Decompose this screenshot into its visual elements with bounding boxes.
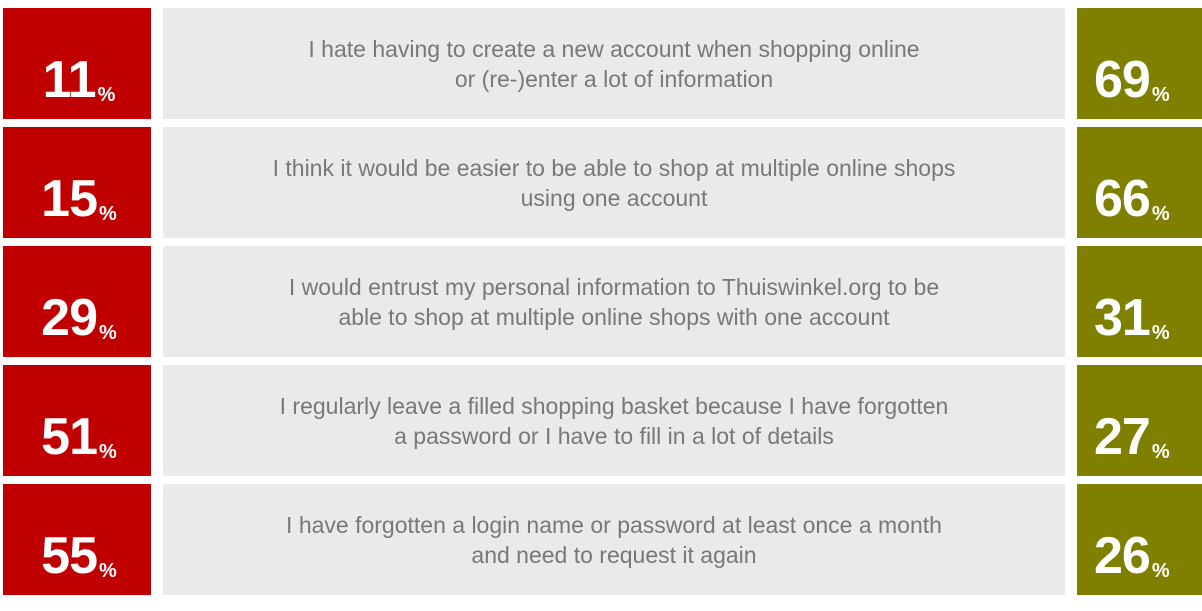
disagree-value: 51 <box>41 408 98 466</box>
disagree-value: 29 <box>41 289 98 347</box>
statement-line: or (re-)enter a lot of information <box>454 65 774 92</box>
agree-percentage-box: 27% <box>1077 365 1202 476</box>
agree-value: 27 <box>1094 408 1151 466</box>
percent-sign: % <box>99 322 117 344</box>
percent-sign: % <box>1151 84 1170 106</box>
disagree-percentage-box: 51% <box>3 365 151 476</box>
disagree-percentage-box: 11% <box>3 8 151 119</box>
survey-chart: 11% I hate having to create a new accoun… <box>0 0 1202 611</box>
percent-sign: % <box>99 441 117 463</box>
percent-sign: % <box>97 84 116 106</box>
statement-line: I would entrust my personal information … <box>288 273 940 300</box>
statement-line: I think it would be easier to be able to… <box>272 154 956 181</box>
survey-row: 51% I regularly leave a filled shopping … <box>0 365 1202 476</box>
statement-text: I would entrust my personal information … <box>163 246 1065 357</box>
statement-line: a password or I have to fill in a lot of… <box>394 422 834 449</box>
survey-row: 55% I have forgotten a login name or pas… <box>0 484 1202 595</box>
agree-percentage-box: 69% <box>1077 8 1202 119</box>
agree-percentage-box: 31% <box>1077 246 1202 357</box>
percent-sign: % <box>1151 441 1170 463</box>
statement-text: I regularly leave a filled shopping bask… <box>163 365 1065 476</box>
percent-sign: % <box>1151 322 1170 344</box>
survey-row: 29% I would entrust my personal informat… <box>0 246 1202 357</box>
disagree-value: 11 <box>42 51 97 109</box>
survey-row: 15% I think it would be easier to be abl… <box>0 127 1202 238</box>
disagree-percentage-box: 55% <box>3 484 151 595</box>
statement-text: I think it would be easier to be able to… <box>163 127 1065 238</box>
agree-percentage-box: 66% <box>1077 127 1202 238</box>
agree-value: 31 <box>1094 289 1151 347</box>
agree-percentage-box: 26% <box>1077 484 1202 595</box>
disagree-value: 15 <box>41 170 98 228</box>
statement-line: and need to request it again <box>471 541 757 568</box>
statement-line: using one account <box>520 184 708 211</box>
percent-sign: % <box>1151 560 1170 582</box>
statement-line: able to shop at multiple online shops wi… <box>338 303 890 330</box>
agree-value: 69 <box>1094 51 1151 109</box>
percent-sign: % <box>1151 203 1170 225</box>
statement-text: I hate having to create a new account wh… <box>163 8 1065 119</box>
statement-text: I have forgotten a login name or passwor… <box>163 484 1065 595</box>
statement-line: I hate having to create a new account wh… <box>308 35 920 62</box>
percent-sign: % <box>99 203 117 225</box>
agree-value: 26 <box>1094 527 1151 585</box>
disagree-value: 55 <box>41 527 98 585</box>
agree-value: 66 <box>1094 170 1151 228</box>
statement-line: I have forgotten a login name or passwor… <box>286 511 942 538</box>
disagree-percentage-box: 15% <box>3 127 151 238</box>
percent-sign: % <box>99 560 117 582</box>
disagree-percentage-box: 29% <box>3 246 151 357</box>
survey-row: 11% I hate having to create a new accoun… <box>0 8 1202 119</box>
statement-line: I regularly leave a filled shopping bask… <box>279 392 949 419</box>
